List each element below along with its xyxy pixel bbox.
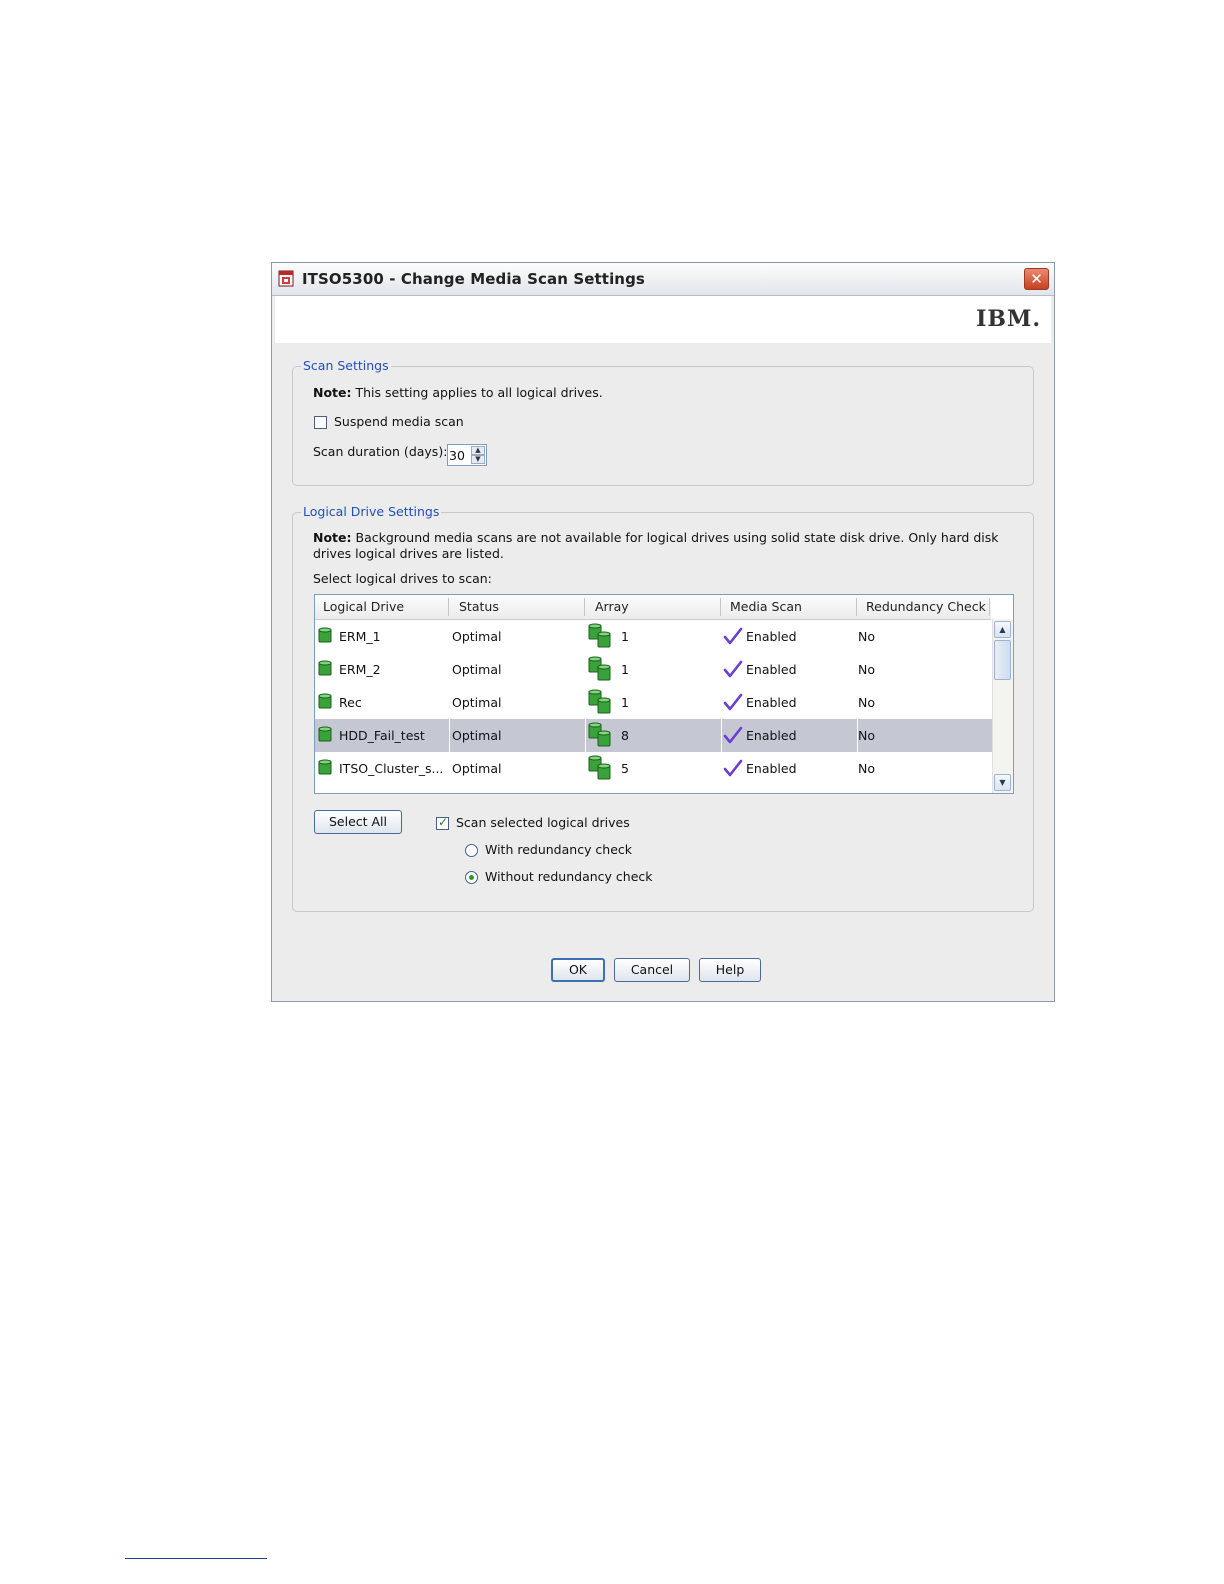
array-cell: 5 [621,761,629,776]
checkmark-icon [723,726,743,744]
status-cell: Optimal [452,662,502,677]
scan-settings-legend: Scan Settings [301,358,391,373]
array-icon [588,688,614,716]
table-row[interactable]: ERM_2 Optimal 1 Enabled No [315,653,991,686]
note-label: Note: [313,385,352,400]
column-header-status[interactable]: Status [459,599,499,614]
media-scan-cell: Enabled [746,629,797,644]
array-icon [588,754,614,782]
logical-drive-icon [318,726,332,743]
scan-selected-label: Scan selected logical drives [455,815,630,830]
checkmark-icon [723,693,743,711]
scan-settings-group: Scan Settings Note: This setting applies… [292,358,1034,486]
media-scan-dialog: ITSO5300 - Change Media Scan Settings ✕ … [271,262,1055,1002]
note-label: Note: [313,530,352,545]
redundancy-check-cell: No [858,761,875,776]
media-scan-cell: Enabled [746,662,797,677]
column-header-media-scan[interactable]: Media Scan [730,599,802,614]
array-icon [588,721,614,749]
table-row[interactable]: Rec Optimal 1 Enabled No [315,686,991,719]
column-header-array[interactable]: Array [595,599,629,614]
with-redundancy-row[interactable]: With redundancy check [465,842,632,857]
suspend-media-scan-checkbox[interactable] [314,416,327,429]
header-banner: IBM. [275,296,1051,343]
array-cell: 1 [621,695,629,710]
array-cell: 1 [621,629,629,644]
logical-drive-name: ERM_2 [339,662,381,677]
logical-drive-icon [318,759,332,776]
without-redundancy-label: Without redundancy check [484,869,653,884]
scan-selected-checkbox[interactable] [436,815,449,830]
scan-duration-spinner[interactable]: 30 ▲ ▼ [447,444,487,466]
select-drives-label: Select logical drives to scan: [313,571,492,586]
array-cell: 8 [621,728,629,743]
suspend-media-scan-row[interactable]: Suspend media scan [314,414,464,429]
without-redundancy-radio[interactable] [465,871,478,884]
status-cell: Optimal [452,761,502,776]
logical-drive-icon [318,627,332,644]
logical-drive-settings-legend: Logical Drive Settings [301,504,442,519]
storage-manager-icon [278,270,294,287]
array-icon [588,622,614,650]
redundancy-check-cell: No [858,629,875,644]
column-header-logical-drive[interactable]: Logical Drive [323,599,404,614]
note-text: Background media scans are not available… [313,530,999,561]
scan-duration-value[interactable]: 30 [449,448,465,463]
media-scan-cell: Enabled [746,728,797,743]
logical-drive-note: Note: Background media scans are not ava… [313,530,1003,562]
logical-drive-settings-group: Logical Drive Settings Note: Background … [292,504,1034,912]
media-scan-cell: Enabled [746,695,797,710]
scroll-up-icon[interactable]: ▲ [994,621,1011,638]
title-bar[interactable]: ITSO5300 - Change Media Scan Settings ✕ [272,263,1054,296]
table-row[interactable]: ITSO_Cluster_s... Optimal 5 Enabled No [315,752,991,785]
array-cell: 1 [621,662,629,677]
status-cell: Optimal [452,629,502,644]
footnote-rule [125,1558,267,1559]
logical-drive-name: ITSO_Cluster_s... [339,761,444,776]
column-header-redundancy-check[interactable]: Redundancy Check [866,599,986,614]
table-header: Logical Drive Status Array Media Scan Re… [315,595,991,620]
vertical-scrollbar[interactable]: ▲ ▼ [992,619,1013,793]
with-redundancy-radio[interactable] [465,844,478,857]
select-all-button[interactable]: Select All [314,810,402,834]
ibm-logo: IBM. [976,306,1041,332]
checkmark-icon [723,627,743,645]
cancel-button[interactable]: Cancel [614,958,690,982]
checkmark-icon [723,759,743,777]
logical-drive-name: HDD_Fail_test [339,728,425,743]
redundancy-check-cell: No [858,662,875,677]
spin-down-icon[interactable]: ▼ [471,455,485,464]
window-title: ITSO5300 - Change Media Scan Settings [302,270,645,288]
logical-drive-icon [318,693,332,710]
without-redundancy-row[interactable]: Without redundancy check [465,869,653,884]
help-button[interactable]: Help [699,958,761,982]
media-scan-cell: Enabled [746,761,797,776]
table-row[interactable]: HDD_Fail_test Optimal 8 Enabled No [315,719,992,752]
logical-drive-icon [318,660,332,677]
scan-selected-row[interactable]: Scan selected logical drives [436,815,630,830]
scroll-thumb[interactable] [994,640,1011,680]
note-text: This setting applies to all logical driv… [351,385,603,400]
redundancy-check-cell: No [858,695,875,710]
ok-button[interactable]: OK [551,958,605,982]
status-cell: Optimal [452,728,502,743]
scroll-down-icon[interactable]: ▼ [994,774,1011,791]
with-redundancy-label: With redundancy check [484,842,633,857]
scan-settings-note: Note: This setting applies to all logica… [313,385,603,400]
redundancy-check-cell: No [858,728,875,743]
logical-drives-table[interactable]: Logical Drive Status Array Media Scan Re… [314,594,1014,794]
array-icon [588,655,614,683]
logical-drive-name: ERM_1 [339,629,381,644]
status-cell: Optimal [452,695,502,710]
scan-duration-label: Scan duration (days): [313,444,448,459]
spin-up-icon[interactable]: ▲ [471,446,485,455]
logical-drive-name: Rec [339,695,362,710]
close-button[interactable]: ✕ [1024,268,1049,290]
checkmark-icon [723,660,743,678]
table-row[interactable]: ERM_1 Optimal 1 Enabled No [315,620,991,653]
suspend-media-scan-label: Suspend media scan [333,414,464,429]
